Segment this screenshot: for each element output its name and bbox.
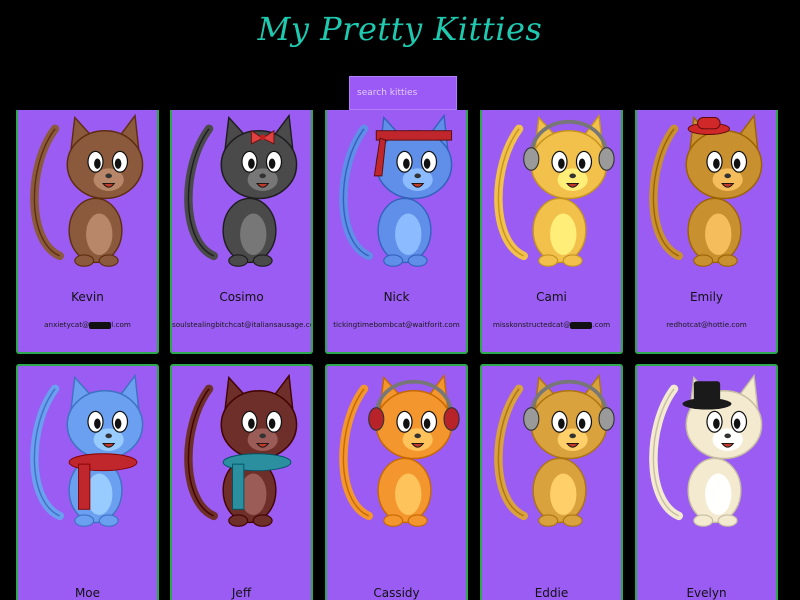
kitty-image — [494, 113, 615, 267]
kitty-name: Cosimo — [219, 290, 264, 304]
kitty-name: Eddie — [534, 586, 569, 600]
kitty-name: Cassidy — [373, 586, 420, 600]
kitty-card[interactable]: Cassidy — [325, 364, 468, 600]
kitty-illustration — [184, 113, 298, 267]
kitty-email: redhotcat@hottie.com — [666, 320, 747, 329]
kitty-email-prefix: misskonstructedcat@ — [492, 320, 571, 329]
kitty-card[interactable]: Kevin anxietycat@ l.com — [16, 110, 159, 354]
kitty-card[interactable]: Emily redhotcat@hottie.com — [635, 110, 778, 354]
kitty-grid: Kevin anxietycat@ l.com Cosimo soulstealingb… — [0, 0, 800, 600]
kitty-name: Cami — [536, 290, 567, 304]
kitty-name: Emily — [689, 290, 724, 304]
kitty-email: misskonstructedcat@ .com — [482, 320, 621, 329]
kitty-name: Evelyn — [686, 586, 727, 600]
kitty-email: soulstealingbitchcat@italiansausage.com — [172, 320, 313, 329]
kitty-illustration — [494, 373, 608, 527]
redaction-mark — [89, 321, 112, 329]
kitty-card[interactable]: Nick tickingtimebombcat@waitforit.com — [325, 110, 468, 354]
kitty-email: tickingtimebombcat@waitforit.com — [333, 320, 460, 329]
kitty-name: Nick — [383, 290, 410, 304]
kitty-image — [339, 373, 460, 527]
kitty-card[interactable]: Jeff — [170, 364, 313, 600]
kitty-card[interactable]: Evelyn — [635, 364, 778, 600]
kitty-image — [30, 113, 144, 267]
kitty-illustration — [339, 373, 453, 527]
kitty-image — [494, 373, 615, 527]
kitty-image — [30, 373, 144, 527]
kitty-card[interactable]: Cosimo soulstealingbitchcat@italiansausag… — [170, 110, 313, 354]
kitty-illustration — [30, 113, 144, 267]
kitty-image — [649, 373, 763, 527]
kitty-name: Jeff — [231, 586, 252, 600]
kitty-image — [649, 113, 763, 267]
kitty-card[interactable]: Eddie — [480, 364, 623, 600]
page: My Pretty Kitties Kevinanxietycat@l.comC… — [0, 0, 800, 600]
kitty-email-suffix: l.com — [111, 320, 131, 329]
kitty-image — [184, 373, 298, 527]
kitty-image — [339, 113, 453, 267]
kitty-card[interactable]: Moe — [16, 364, 159, 600]
kitty-card[interactable]: Cami misskonstructedcat@ .com — [480, 110, 623, 354]
redaction-mark — [570, 321, 593, 329]
kitty-illustration — [649, 113, 763, 267]
kitty-email: anxietycat@ l.com — [18, 320, 157, 329]
kitty-email-prefix: anxietycat@ — [44, 320, 90, 329]
kitty-name: Moe — [74, 586, 101, 600]
kitty-image — [184, 113, 298, 267]
kitty-name: Kevin — [71, 290, 104, 304]
kitty-illustration — [494, 113, 608, 267]
kitty-email-suffix: .com — [592, 320, 611, 329]
